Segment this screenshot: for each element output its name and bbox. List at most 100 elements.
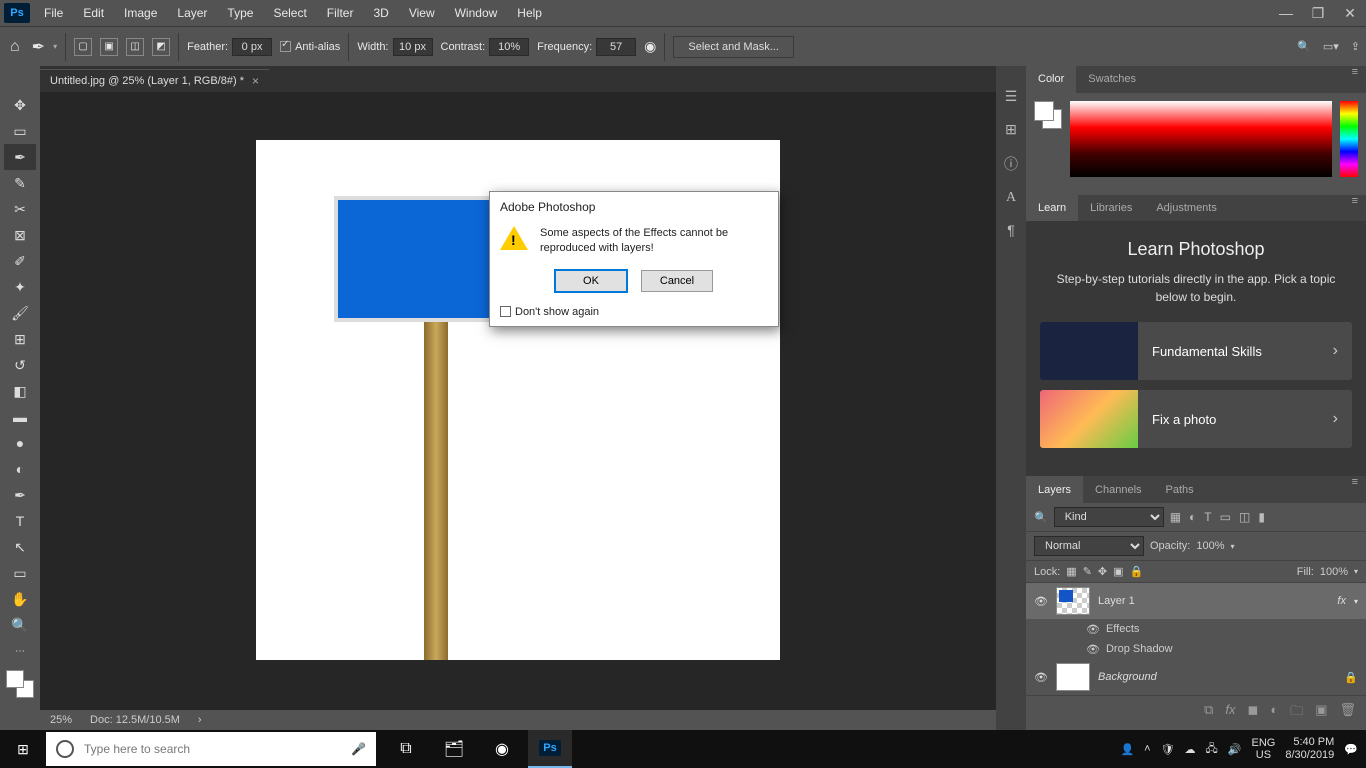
frequency-input[interactable] [596, 38, 636, 56]
layer-fx-icon[interactable]: fx [1337, 595, 1346, 607]
history-panel-icon[interactable]: ☰ [1005, 88, 1018, 105]
delete-layer-icon[interactable]: 🗑 [1339, 702, 1356, 724]
window-restore-button[interactable]: ❐ [1302, 0, 1334, 26]
status-arrow-icon[interactable]: › [198, 714, 202, 726]
start-button[interactable]: ⊞ [0, 730, 46, 768]
search-icon[interactable]: 🔍 [1297, 40, 1311, 53]
hand-tool-icon[interactable]: ✋ [4, 586, 36, 612]
libraries-tab[interactable]: Libraries [1078, 195, 1144, 222]
mic-icon[interactable]: 🎤 [351, 742, 366, 756]
swatches-tab[interactable]: Swatches [1076, 66, 1148, 93]
character-panel-icon[interactable]: A [1006, 190, 1016, 206]
chevron-down-icon[interactable]: ▾ [1354, 597, 1358, 606]
pen-tool-icon[interactable]: ✒ [4, 482, 36, 508]
layer-thumbnail[interactable] [1056, 663, 1090, 691]
marquee-tool-icon[interactable]: ▭ [4, 118, 36, 144]
edit-toolbar-icon[interactable]: ⋯ [4, 638, 36, 664]
visibility-icon[interactable]: 👁 [1086, 643, 1100, 656]
tray-security-icon[interactable]: 🛡 [1161, 743, 1175, 756]
menu-view[interactable]: View [399, 0, 445, 26]
selection-new-icon[interactable]: ▢ [74, 38, 92, 56]
file-explorer-icon[interactable]: 🗂 [432, 730, 476, 768]
task-view-icon[interactable]: ⧉ [384, 730, 428, 768]
lasso-tool-icon[interactable]: ✒ [4, 144, 36, 170]
frame-tool-icon[interactable]: ⊠ [4, 222, 36, 248]
adjustments-tab[interactable]: Adjustments [1144, 195, 1229, 222]
dodge-tool-icon[interactable]: ◐ [4, 456, 36, 482]
menu-window[interactable]: Window [445, 0, 508, 26]
new-layer-icon[interactable]: ▣ [1315, 702, 1327, 724]
color-foreground-background[interactable] [1034, 101, 1062, 129]
taskbar-search[interactable]: Type here to search 🎤 [46, 732, 376, 766]
color-tab[interactable]: Color [1026, 66, 1076, 93]
window-minimize-button[interactable]: — [1270, 0, 1302, 26]
select-and-mask-button[interactable]: Select and Mask... [673, 36, 794, 58]
quick-selection-tool-icon[interactable]: ✎ [4, 170, 36, 196]
layer-style-icon[interactable]: fx [1225, 702, 1235, 724]
filter-smart-icon[interactable]: ◫ [1239, 510, 1250, 524]
type-tool-icon[interactable]: T [4, 508, 36, 534]
document-tab[interactable]: Untitled.jpg @ 25% (Layer 1, RGB/8#) * × [40, 69, 269, 92]
chevron-down-icon[interactable]: ▾ [1231, 542, 1235, 551]
menu-type[interactable]: Type [217, 0, 263, 26]
close-tab-icon[interactable]: × [252, 74, 259, 88]
clone-stamp-tool-icon[interactable]: ⊞ [4, 326, 36, 352]
move-tool-icon[interactable]: ✥ [4, 92, 36, 118]
menu-file[interactable]: File [34, 0, 73, 26]
tray-network-icon[interactable]: 🖧 [1206, 740, 1218, 759]
layer-row-background[interactable]: 👁 Background 🔒 [1026, 659, 1366, 695]
home-icon[interactable]: ⌂ [6, 38, 24, 56]
history-brush-tool-icon[interactable]: ↺ [4, 352, 36, 378]
hue-strip[interactable] [1340, 101, 1358, 177]
pen-pressure-icon[interactable]: ◉ [644, 38, 656, 55]
color-picker-gradient[interactable] [1070, 101, 1332, 177]
eraser-tool-icon[interactable]: ◧ [4, 378, 36, 404]
learn-tab[interactable]: Learn [1026, 195, 1078, 222]
layer-effects-row[interactable]: 👁 Effects [1026, 619, 1366, 639]
tray-up-icon[interactable]: ˄ [1144, 743, 1150, 755]
chrome-icon[interactable]: ◉ [480, 730, 524, 768]
properties-panel-icon[interactable]: ⊞ [1005, 121, 1017, 138]
contrast-input[interactable] [489, 38, 529, 56]
paths-tab[interactable]: Paths [1154, 476, 1206, 503]
ok-button[interactable]: OK [555, 270, 627, 292]
filter-toggle-icon[interactable]: ▮ [1258, 510, 1265, 524]
blend-mode-select[interactable]: Normal [1034, 536, 1144, 556]
layers-tab[interactable]: Layers [1026, 476, 1083, 503]
menu-3d[interactable]: 3D [363, 0, 398, 26]
menu-edit[interactable]: Edit [73, 0, 114, 26]
panel-menu-icon[interactable]: ≡ [1344, 476, 1366, 503]
learn-card-fix-photo[interactable]: Fix a photo › [1040, 390, 1352, 448]
lock-transparency-icon[interactable]: ▦ [1066, 565, 1076, 578]
panel-menu-icon[interactable]: ≡ [1344, 195, 1366, 222]
layer-mask-icon[interactable]: ◼ [1248, 702, 1259, 724]
adjustment-layer-icon[interactable]: ◐ [1270, 702, 1278, 724]
menu-select[interactable]: Select [263, 0, 316, 26]
share-icon[interactable]: ⇪ [1351, 40, 1360, 53]
lock-all-icon[interactable]: 🔒 [1130, 565, 1144, 578]
visibility-icon[interactable]: 👁 [1034, 595, 1048, 608]
menu-help[interactable]: Help [507, 0, 552, 26]
filter-type-icon[interactable]: T [1204, 510, 1211, 524]
layer-name[interactable]: Background [1098, 671, 1157, 683]
link-layers-icon[interactable]: ⧉ [1204, 702, 1213, 724]
selection-intersect-icon[interactable]: ◩ [152, 38, 170, 56]
antialias-checkbox[interactable] [280, 41, 291, 52]
menu-image[interactable]: Image [114, 0, 167, 26]
lock-image-icon[interactable]: ✎ [1083, 565, 1092, 578]
width-input[interactable] [393, 38, 433, 56]
doc-size[interactable]: Doc: 12.5M/10.5M [90, 714, 180, 726]
paragraph-panel-icon[interactable]: ¶ [1007, 222, 1015, 238]
menu-layer[interactable]: Layer [167, 0, 217, 26]
lock-artboard-icon[interactable]: ▣ [1113, 565, 1123, 578]
eyedropper-tool-icon[interactable]: ✐ [4, 248, 36, 274]
panel-menu-icon[interactable]: ≡ [1344, 66, 1366, 93]
zoom-level[interactable]: 25% [50, 714, 72, 726]
gradient-tool-icon[interactable]: ▬ [4, 404, 36, 430]
crop-tool-icon[interactable]: ✂ [4, 196, 36, 222]
channels-tab[interactable]: Channels [1083, 476, 1153, 503]
selection-subtract-icon[interactable]: ◫ [126, 38, 144, 56]
magnetic-lasso-tool-icon[interactable]: ✒ [32, 37, 45, 57]
layer-thumbnail[interactable] [1056, 587, 1090, 615]
tray-language-region[interactable]: US [1252, 749, 1276, 761]
